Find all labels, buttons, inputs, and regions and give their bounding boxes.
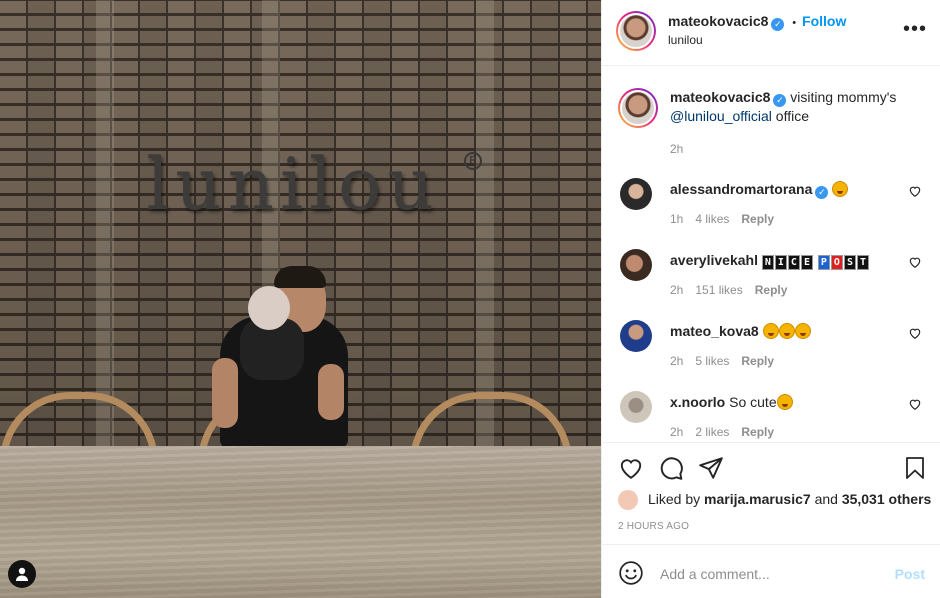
letter-box: C (787, 255, 800, 270)
liked-by-others[interactable]: 35,031 others (842, 491, 932, 507)
liked-by-summary: Liked by marija.marusic7 and 35,031 othe… (648, 491, 931, 507)
comment-time: 2h (670, 354, 684, 368)
letter-box: S (843, 255, 856, 270)
comment-input[interactable]: Add a comment... (660, 566, 770, 582)
comment-time: 2h (670, 425, 684, 439)
location-link[interactable]: lunilou (668, 33, 703, 47)
letter-box: P (817, 255, 830, 270)
star-struck-emoji-icon (762, 323, 779, 339)
comment-likes[interactable]: 4 likes (695, 212, 729, 226)
heart-icon[interactable] (618, 455, 644, 481)
post-side-panel: mateokovacic8 ✓ • Follow lunilou ••• mate… (601, 0, 940, 598)
comment-icon[interactable] (658, 455, 684, 481)
comment-item: mateo_kova8 2h 5 likes Reply (618, 320, 928, 370)
add-comment-bar: Add a comment... Post (602, 544, 940, 598)
caption-text: mateokovacic8 ✓ visiting mommy's @lunilou… (670, 88, 910, 125)
comment-username[interactable]: x.noorlo (670, 394, 725, 410)
letter-box: T (856, 255, 869, 270)
liked-by-and: and (814, 491, 838, 507)
wall-pillar (96, 0, 114, 448)
comment-username[interactable]: alessandromartorana (670, 181, 812, 197)
post-comment-button[interactable]: Post (895, 566, 925, 582)
comment-meta: 2h 151 likes Reply (670, 283, 799, 297)
comment-time: 1h (670, 212, 684, 226)
comment-meta: 2h 2 likes Reply (670, 425, 786, 439)
comment-item: averylivekahl NICE POST 2h 151 likes Reply (618, 249, 928, 299)
share-icon[interactable] (698, 455, 724, 481)
verified-badge-icon: ✓ (773, 94, 787, 107)
comment-like-heart-icon[interactable] (908, 184, 922, 198)
reply-button[interactable]: Reply (741, 354, 774, 368)
avatar[interactable] (618, 88, 658, 128)
letter-box: I (774, 255, 787, 270)
comment-username[interactable]: averylivekahl (670, 252, 758, 268)
comment-item: x.noorlo So cute 2h 2 likes Reply (618, 391, 928, 441)
post-time-ago[interactable]: 2 HOURS AGO (618, 521, 689, 532)
reply-button[interactable]: Reply (741, 212, 774, 226)
post-actions: Liked by marija.marusic7 and 35,031 othe… (602, 442, 940, 544)
wall-pillar (476, 0, 494, 448)
header-name-row: mateokovacic8 ✓ • Follow (668, 13, 846, 31)
comment-item: alessandromartorana ✓ 1h 4 likes Reply (618, 178, 928, 228)
star-struck-emoji-icon (832, 181, 849, 197)
avatar[interactable] (620, 249, 652, 281)
liked-by-prefix: Liked by (648, 491, 701, 507)
more-options-icon[interactable]: ••• (903, 19, 927, 39)
comment-body: So cute (729, 394, 777, 410)
avatar[interactable] (620, 178, 652, 210)
caption-mention[interactable]: @lunilou_official (670, 108, 772, 124)
reply-button[interactable]: Reply (741, 425, 774, 439)
comment-like-heart-icon[interactable] (908, 397, 922, 411)
comment-like-heart-icon[interactable] (908, 255, 922, 269)
caption: mateokovacic8 ✓ visiting mommy's @lunilou… (618, 86, 928, 156)
comments-list[interactable]: mateokovacic8 ✓ visiting mommy's @lunilou… (602, 66, 940, 442)
caption-time: 2h (670, 142, 684, 156)
star-struck-emoji-icon (778, 323, 795, 339)
avatar[interactable] (620, 320, 652, 352)
comment-text: mateo_kova8 (670, 322, 890, 340)
comment-username[interactable]: mateo_kova8 (670, 323, 759, 339)
caption-text-before: visiting mommy's (790, 89, 897, 105)
comment-likes[interactable]: 2 likes (695, 425, 729, 439)
wall-sign: lunilou (146, 142, 440, 226)
comment-like-heart-icon[interactable] (908, 326, 922, 340)
letter-box: O (830, 255, 843, 270)
verified-badge-icon: ✓ (815, 186, 829, 199)
avatar[interactable] (616, 11, 656, 51)
letter-box: N (761, 255, 774, 270)
header-username[interactable]: mateokovacic8 (668, 13, 768, 29)
nice-boxes: NICE (761, 252, 818, 270)
comment-text: averylivekahl NICE POST (670, 251, 890, 270)
emoji-icon[interactable] (618, 560, 644, 586)
caption-username[interactable]: mateokovacic8 (670, 89, 770, 105)
comment-time: 2h (670, 283, 684, 297)
separator-dot: • (792, 17, 797, 29)
person-holding-baby (212, 266, 352, 450)
star-struck-emoji-icon (776, 394, 793, 410)
star-struck-emoji-icon (794, 323, 811, 339)
comment-likes[interactable]: 151 likes (695, 283, 742, 297)
comment-text: x.noorlo So cute (670, 393, 890, 411)
comment-text: alessandromartorana ✓ (670, 180, 890, 199)
marble-table (0, 446, 601, 598)
user-tag-button[interactable] (8, 560, 36, 588)
avatar[interactable] (620, 391, 652, 423)
post-header: mateokovacic8 ✓ • Follow lunilou ••• (602, 0, 940, 66)
liker-avatar[interactable] (618, 490, 638, 510)
comment-meta: 2h 5 likes Reply (670, 354, 786, 368)
liked-by-user[interactable]: marija.marusic7 (704, 491, 811, 507)
caption-text-after: office (775, 108, 810, 124)
post-photo[interactable]: lunilou R (0, 0, 601, 598)
reply-button[interactable]: Reply (755, 283, 788, 297)
comment-likes[interactable]: 5 likes (695, 354, 729, 368)
user-icon (16, 567, 28, 581)
registered-mark: R (464, 152, 482, 170)
bookmark-icon[interactable] (903, 455, 927, 481)
follow-button[interactable]: Follow (802, 13, 846, 29)
comment-meta: 1h 4 likes Reply (670, 212, 786, 226)
letter-box: E (800, 255, 813, 270)
verified-badge-icon: ✓ (771, 18, 785, 31)
post-boxes: POST (817, 252, 870, 270)
